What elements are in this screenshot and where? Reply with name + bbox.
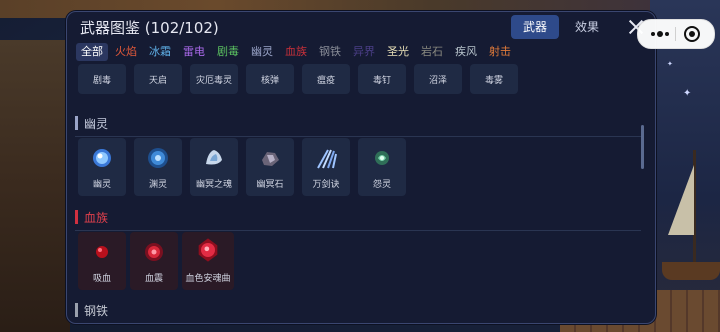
filter-fire[interactable]: 火焰 xyxy=(110,43,142,61)
weapon-card-blood-drain[interactable]: 吸血 xyxy=(78,232,126,290)
section-ghost-heading: 幽灵 xyxy=(75,115,108,133)
section-title: 钢铁 xyxy=(84,304,109,318)
filter-all[interactable]: 全部 xyxy=(76,43,108,61)
filter-rock[interactable]: 岩石 xyxy=(416,43,448,61)
nether-soul-icon xyxy=(206,150,222,165)
filter-otherworld[interactable]: 异界 xyxy=(348,43,380,61)
weapon-card-nether-stone[interactable]: 幽冥石 xyxy=(246,138,294,196)
tab-effects[interactable]: 效果 xyxy=(563,15,611,39)
star-icon: ✦ xyxy=(683,88,692,99)
weapon-card-wraith[interactable]: 怨灵 xyxy=(358,138,406,196)
weapon-codex-panel: 武器图鉴 (102/102) 武器 效果 全部 火焰 冰霜 雷电 剧毒 幽灵 血族 钢铁 异界圣… xyxy=(66,11,656,324)
section-title: 幽灵 xyxy=(84,117,109,131)
scrollbar-thumb[interactable] xyxy=(641,125,644,169)
weapon-card[interactable]: 毒钉 xyxy=(358,64,406,94)
weapon-card[interactable]: 天启 xyxy=(134,64,182,94)
weapon-card-blood-requiem[interactable]: 血色安魂曲 xyxy=(182,232,234,290)
filter-blood[interactable]: 血族 xyxy=(280,43,312,61)
weapon-name: 幽灵 xyxy=(92,180,111,190)
section-steel-heading: 钢铁 xyxy=(75,302,108,320)
blood-weapon-row: 吸血 血震 血色安魂曲 xyxy=(78,232,234,290)
section-blood-heading: 血族 xyxy=(75,209,108,227)
weapon-name: 怨灵 xyxy=(372,180,391,190)
weapon-name: 瘟疫 xyxy=(316,76,335,86)
weapon-name: 剧毒 xyxy=(92,76,111,86)
ghost-orb-icon xyxy=(93,149,111,167)
poison-weapon-row: 剧毒 天启 灾厄毒灵 核弹 瘟疫 毒钉 沼泽 毒雾 xyxy=(78,64,518,94)
background-terrain-left xyxy=(0,40,70,332)
filter-thunder[interactable]: 雷电 xyxy=(178,43,210,61)
background-ship-sail xyxy=(668,165,694,235)
abyss-spirit-icon xyxy=(148,148,168,168)
page-title: 武器图鉴 (102/102) xyxy=(80,19,219,37)
filter-frost[interactable]: 冰霜 xyxy=(144,43,176,61)
blood-requiem-icon xyxy=(198,238,218,262)
filter-holy[interactable]: 圣光 xyxy=(382,43,414,61)
blood-quake-icon xyxy=(145,243,163,261)
weapon-name: 灾厄毒灵 xyxy=(195,76,232,86)
weapon-name: 万剑诀 xyxy=(312,180,340,190)
weapon-card[interactable]: 剧毒 xyxy=(78,64,126,94)
filter-steel[interactable]: 钢铁 xyxy=(314,43,346,61)
nether-stone-icon xyxy=(262,152,279,166)
star-icon: ✦ xyxy=(667,60,673,68)
capsule-divider xyxy=(675,27,676,41)
exit-target-icon[interactable] xyxy=(682,25,702,43)
weapon-name: 毒钉 xyxy=(372,76,391,86)
filter-poison[interactable]: 剧毒 xyxy=(212,43,244,61)
blood-drop-icon xyxy=(96,246,108,258)
weapon-name: 血震 xyxy=(144,274,163,284)
weapon-name: 吸血 xyxy=(92,274,111,284)
weapon-card-blood-quake[interactable]: 血震 xyxy=(130,232,178,290)
weapon-name: 沼泽 xyxy=(428,76,447,86)
weapon-card-abyss-spirit[interactable]: 渊灵 xyxy=(134,138,182,196)
sword-array-icon xyxy=(317,149,337,169)
background-ship-hull xyxy=(662,262,720,280)
section-marker xyxy=(75,303,78,317)
ghost-weapon-row: 幽灵 渊灵 幽冥之魂 幽冥石 万剑诀 怨灵 xyxy=(78,138,406,196)
element-filter-bar: 全部 火焰 冰霜 雷电 剧毒 幽灵 血族 钢铁 异界 圣光 岩石 疾风 射击 xyxy=(76,43,655,63)
weapon-name: 天启 xyxy=(148,76,167,86)
weapon-name: 幽冥石 xyxy=(256,180,284,190)
weapon-card[interactable]: 毒雾 xyxy=(470,64,518,94)
weapon-card-nether-soul[interactable]: 幽冥之魂 xyxy=(190,138,238,196)
filter-shooting[interactable]: 射击 xyxy=(484,43,516,61)
section-marker xyxy=(75,116,78,130)
section-title: 血族 xyxy=(84,211,109,225)
weapon-card[interactable]: 灾厄毒灵 xyxy=(190,64,238,94)
more-icon[interactable] xyxy=(646,25,674,43)
weapon-name: 血色安魂曲 xyxy=(185,274,231,284)
weapon-card[interactable]: 瘟疫 xyxy=(302,64,350,94)
weapon-card[interactable]: 沼泽 xyxy=(414,64,462,94)
tab-weapons[interactable]: 武器 xyxy=(511,15,559,39)
weapon-name: 幽冥之魂 xyxy=(195,180,232,190)
weapon-card[interactable]: 核弹 xyxy=(246,64,294,94)
wraith-icon xyxy=(375,151,389,165)
weapon-card-ghost[interactable]: 幽灵 xyxy=(78,138,126,196)
section-marker xyxy=(75,210,78,224)
weapon-name: 渊灵 xyxy=(148,180,167,190)
weapon-card-sword-array[interactable]: 万剑诀 xyxy=(302,138,350,196)
weapon-name: 核弹 xyxy=(260,76,279,86)
filter-wind[interactable]: 疾风 xyxy=(450,43,482,61)
miniprogram-capsule xyxy=(637,19,715,49)
codex-scroll-area[interactable]: 剧毒 天启 灾厄毒灵 核弹 瘟疫 毒钉 沼泽 毒雾 幽灵 幽灵 渊灵 幽冥之魂 … xyxy=(67,64,655,323)
codex-tabs: 武器 效果 xyxy=(511,15,611,39)
filter-ghost[interactable]: 幽灵 xyxy=(246,43,278,61)
weapon-name: 毒雾 xyxy=(484,76,503,86)
section-divider xyxy=(75,230,641,231)
section-divider xyxy=(75,136,641,137)
